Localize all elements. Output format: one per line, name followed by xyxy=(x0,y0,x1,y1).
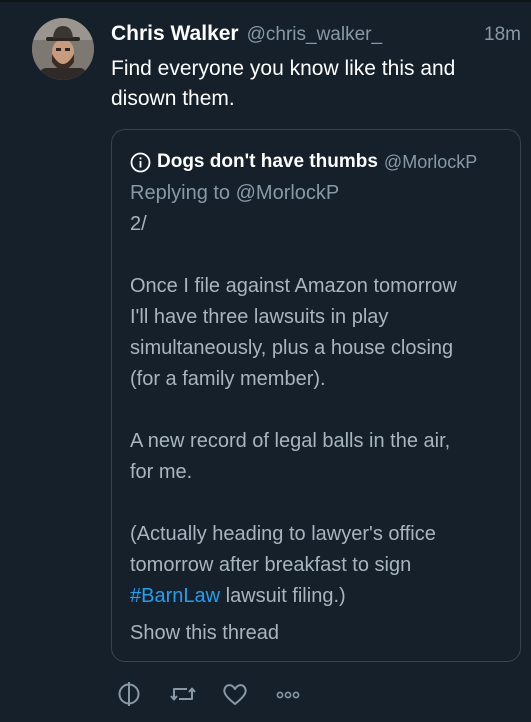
quoted-tweet[interactable]: Dogs don't have thumbs @MorlockP Replyin… xyxy=(111,129,521,662)
quoted-tweet-header: Dogs don't have thumbs @MorlockP xyxy=(130,149,508,175)
quoted-text-line xyxy=(130,240,510,271)
quoted-text-line: for me. xyxy=(130,461,193,483)
quoted-text-line: A new record of legal balls in the air, xyxy=(130,430,451,452)
tweet-text-line: Find everyone you know like this and xyxy=(111,57,456,80)
quoted-text-line xyxy=(130,488,510,519)
more-button[interactable] xyxy=(272,678,304,710)
tweet-text: Find everyone you know like this and dis… xyxy=(111,54,521,114)
info-icon xyxy=(130,152,151,173)
heart-icon xyxy=(223,684,247,705)
tweet[interactable]: Chris Walker @chris_walker_ 18m Find eve… xyxy=(0,0,531,722)
timestamp[interactable]: 18m xyxy=(484,24,521,46)
hashtag-link[interactable]: #BarnLaw xyxy=(130,585,220,607)
avatar[interactable] xyxy=(32,18,94,80)
quoted-text-line: simultaneously, plus a house closing xyxy=(130,337,454,359)
quoted-tweet-text: Replying to @MorlockP 2/ Once I file aga… xyxy=(130,178,510,649)
quoted-text-fragment: lawsuit filing.) xyxy=(220,585,346,607)
quoted-text-line xyxy=(130,395,510,426)
quoted-author-name: Dogs don't have thumbs xyxy=(157,151,378,172)
retweet-button[interactable] xyxy=(167,678,199,710)
quoted-text-line: I'll have three lawsuits in play xyxy=(130,306,389,328)
quoted-text-line: Once I file against Amazon tomorrow xyxy=(130,275,457,297)
quoted-text-line: 2/ xyxy=(130,213,147,235)
tweet-text-line: disown them. xyxy=(111,87,235,110)
author-name[interactable]: Chris Walker xyxy=(111,22,239,46)
reply-icon xyxy=(118,682,140,706)
author-handle[interactable]: @chris_walker_ xyxy=(247,24,382,46)
divider xyxy=(0,0,531,2)
replying-to[interactable]: Replying to @MorlockP xyxy=(130,178,510,209)
quoted-text-line-hashtag: #BarnLaw lawsuit filing.) xyxy=(130,581,510,612)
tweet-header: Chris Walker @chris_walker_ 18m xyxy=(111,22,521,50)
like-button[interactable] xyxy=(219,678,251,710)
quoted-text-line: tomorrow after breakfast to sign xyxy=(130,554,412,576)
retweet-icon xyxy=(170,687,196,701)
quoted-text-line: (Actually heading to lawyer's office xyxy=(130,523,436,545)
more-icon xyxy=(276,691,300,699)
reply-button[interactable] xyxy=(113,678,145,710)
quoted-author-handle: @MorlockP xyxy=(383,151,478,172)
show-thread-link[interactable]: Show this thread xyxy=(130,618,510,649)
quoted-text-line: (for a family member). xyxy=(130,368,326,390)
tweet-actions xyxy=(111,678,304,710)
avatar-photo xyxy=(32,18,94,80)
